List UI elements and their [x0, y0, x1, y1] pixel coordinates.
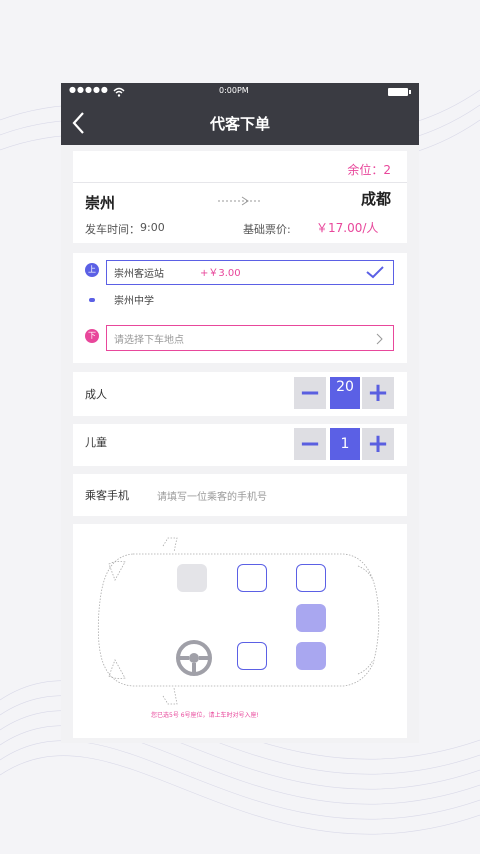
boarding-station-name: 崇州客运站 [114, 269, 164, 280]
depart-time: 9:00 [140, 221, 165, 234]
adult-plus-button[interactable]: + [362, 377, 394, 409]
steering-wheel-icon [176, 640, 212, 676]
middle-stop-dot [89, 298, 95, 302]
phone-row: 乘客手机 请填写一位乘客的手机号 [73, 474, 407, 516]
adult-label: 成人 [85, 388, 107, 401]
origin-city: 崇州 [85, 194, 116, 212]
chevron-right-icon [376, 333, 383, 345]
seat-2[interactable] [237, 564, 267, 592]
adult-minus-button[interactable]: − [294, 377, 326, 409]
status-time: 0:00PM [219, 86, 249, 95]
middle-stop-name: 崇州中学 [114, 296, 154, 307]
stops-card: 上 崇州客运站 +￥3.00 崇州中学 下 请选择下车地点 [73, 253, 407, 363]
route-arrow-icon [218, 196, 262, 206]
alighting-placeholder: 请选择下车地点 [114, 335, 184, 346]
nav-bar: 代客下单 [61, 101, 419, 145]
child-plus-button[interactable]: + [362, 428, 394, 460]
child-label: 儿童 [85, 436, 107, 449]
depart-label: 发车时间： [85, 223, 140, 236]
seat-3[interactable] [296, 564, 326, 592]
adult-row: 成人 − 20 + [73, 372, 407, 416]
child-count[interactable]: 1 [330, 428, 360, 460]
seats-left: 余位：2 [347, 163, 391, 177]
signal-icon: ●●●●● [69, 85, 109, 94]
phone-screen: ●●●●● 0:00PM 代客下单 余位：2 崇州 成都 发车时间： 9:00 … [61, 83, 419, 743]
adult-count[interactable]: 20 [330, 377, 360, 409]
page-title: 代客下单 [209, 115, 270, 133]
divider [73, 182, 407, 183]
boarding-station-field[interactable]: 崇州客运站 +￥3.00 [106, 260, 394, 285]
child-row: 儿童 − 1 + [73, 424, 407, 466]
battery-tip [409, 90, 411, 94]
driver-seat [177, 564, 207, 592]
seat-4[interactable] [237, 642, 267, 670]
alighting-badge: 下 [85, 329, 99, 343]
alighting-select[interactable]: 请选择下车地点 [106, 325, 394, 351]
boarding-badge: 上 [85, 263, 99, 277]
boarding-surcharge: +￥3.00 [200, 268, 241, 279]
seat-5-selected[interactable] [296, 604, 326, 632]
wifi-icon [113, 87, 125, 97]
route-card: 余位：2 崇州 成都 发车时间： 9:00 基础票价: ￥17.00/人 [73, 151, 407, 243]
battery-icon [388, 88, 408, 96]
status-bar: ●●●●● 0:00PM [61, 83, 419, 101]
seat-map-card: 您已选5号 6号座位，请上车时对号入座! [73, 524, 407, 738]
phone-label: 乘客手机 [85, 489, 129, 502]
destination-city: 成都 [360, 190, 391, 208]
check-icon [366, 266, 384, 279]
phone-input[interactable]: 请填写一位乘客的手机号 [157, 488, 267, 503]
child-minus-button[interactable]: − [294, 428, 326, 460]
fare-label: 基础票价: [243, 223, 291, 236]
seat-selection-note: 您已选5号 6号座位，请上车时对号入座! [151, 712, 259, 719]
fare-value: ￥17.00/人 [316, 221, 379, 235]
seat-6-selected[interactable] [296, 642, 326, 670]
vehicle-outline [97, 537, 380, 705]
